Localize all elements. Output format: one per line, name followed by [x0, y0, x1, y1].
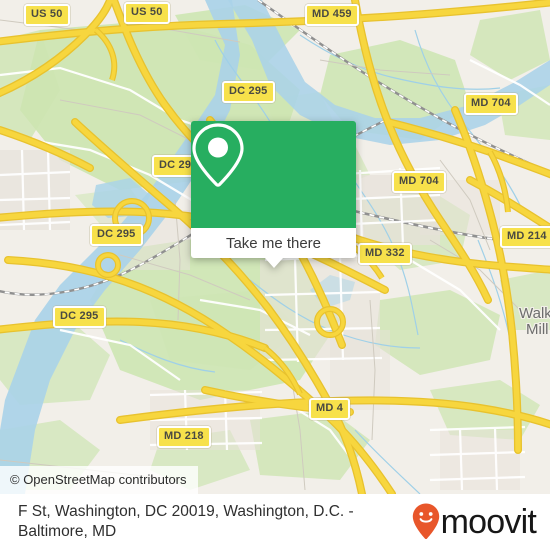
highway-shield[interactable]: US 50 — [24, 4, 70, 26]
footer-bar: F St, Washington, DC 20019, Washington, … — [0, 494, 550, 550]
attribution-text: © OpenStreetMap contributors — [10, 472, 187, 487]
destination-popup-card[interactable]: Take me there — [191, 121, 356, 268]
highway-shield[interactable]: MD 332 — [358, 243, 412, 265]
map-attribution: © OpenStreetMap contributors — [0, 466, 198, 494]
highway-shield[interactable]: US 50 — [124, 2, 170, 24]
highway-shield[interactable]: MD 704 — [464, 93, 518, 115]
place-label: Mill — [526, 321, 549, 338]
popup-tail — [264, 258, 283, 268]
moovit-wordmark: moovit — [440, 503, 537, 541]
popup-action-area[interactable]: Take me there — [191, 228, 356, 268]
highway-shield[interactable]: DC 295 — [53, 306, 106, 328]
highway-shield[interactable]: DC 295 — [90, 224, 143, 246]
map-canvas[interactable]: US 50 US 50 MD 459 DC 295 MD 704 DC 295 … — [0, 0, 550, 494]
highway-shield[interactable]: DC 295 — [222, 81, 275, 103]
popup-icon-area — [191, 121, 356, 228]
moovit-map-screenshot: US 50 US 50 MD 459 DC 295 MD 704 DC 295 … — [0, 0, 550, 550]
take-me-there-label: Take me there — [225, 234, 322, 252]
highway-shield[interactable]: MD 704 — [392, 171, 446, 193]
highway-shield[interactable]: MD 459 — [305, 4, 359, 26]
highway-shield[interactable]: MD 214 — [500, 226, 550, 248]
place-label: Walk — [519, 305, 550, 322]
highway-shield[interactable]: MD 4 — [309, 398, 351, 420]
moovit-logo[interactable]: moovit — [412, 503, 537, 541]
moovit-pin-icon — [412, 503, 439, 540]
location-title: F St, Washington, DC 20019, Washington, … — [18, 503, 354, 540]
map-pin-icon — [192, 123, 244, 187]
highway-shield[interactable]: MD 218 — [157, 426, 211, 448]
